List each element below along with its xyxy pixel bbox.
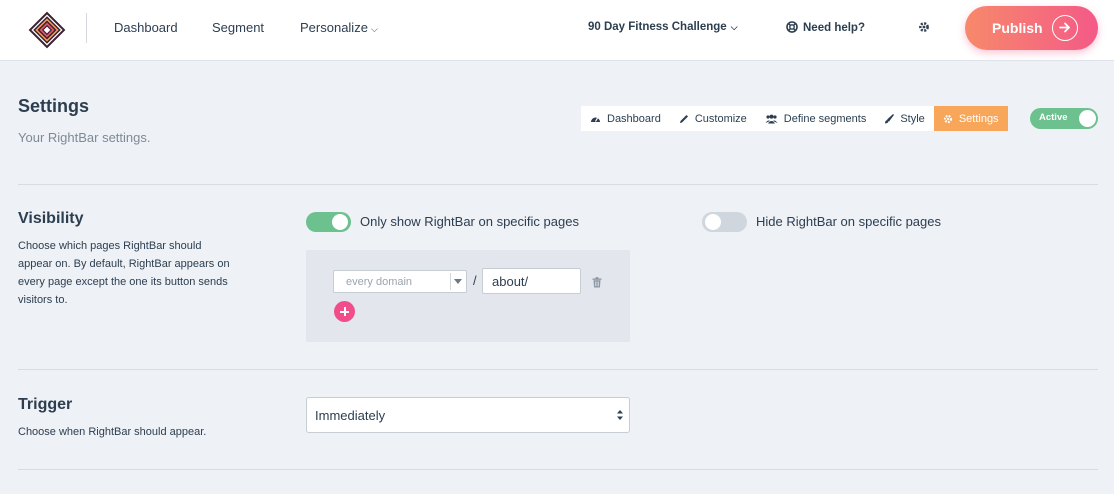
- tab-customize-label: Customize: [694, 112, 747, 125]
- domain-select-value: every domain: [346, 276, 413, 288]
- tab-define-segments-label: Define segments: [783, 112, 867, 125]
- active-status-label: Active: [1039, 112, 1068, 123]
- only-show-toggle[interactable]: [306, 212, 351, 232]
- users-icon: [765, 114, 778, 123]
- nav-segment-link[interactable]: Segment: [212, 20, 264, 35]
- tab-style-label: Style: [900, 112, 925, 125]
- section-divider: [18, 369, 1098, 370]
- hide-on-pages-label: Hide RightBar on specific pages: [756, 214, 941, 229]
- publish-button[interactable]: Publish: [965, 6, 1098, 50]
- section-tabs: Dashboard Customize Define segments Styl…: [581, 106, 1008, 131]
- page-rules-panel: [306, 250, 630, 342]
- nav-dashboard-link[interactable]: Dashboard: [114, 20, 178, 35]
- app-logo[interactable]: [28, 11, 66, 49]
- project-selector[interactable]: 90 Day Fitness Challenge ⌵: [588, 21, 738, 33]
- tab-settings[interactable]: Settings: [933, 106, 1008, 131]
- lifebuoy-icon: [786, 21, 798, 33]
- toggle-knob: [1079, 110, 1096, 127]
- visibility-title: Visibility: [18, 210, 84, 227]
- toggle-knob: [705, 214, 721, 230]
- nav-personalize-label: Personalize: [300, 20, 368, 35]
- nav-divider: [86, 13, 87, 43]
- tab-style[interactable]: Style: [875, 106, 933, 131]
- trigger-title: Trigger: [18, 396, 73, 413]
- active-status-toggle[interactable]: Active: [1030, 108, 1098, 129]
- publish-label: Publish: [992, 20, 1043, 36]
- trigger-select[interactable]: Immediately: [306, 397, 630, 433]
- tab-dashboard-label: Dashboard: [607, 112, 661, 125]
- trigger-description: Choose when RightBar should appear.: [18, 426, 207, 438]
- domain-select[interactable]: every domain: [333, 270, 467, 293]
- select-arrows-icon: [617, 410, 623, 420]
- path-separator: /: [473, 273, 477, 288]
- paintbrush-icon: [885, 113, 895, 123]
- nav-personalize-menu[interactable]: Personalize ⌵: [300, 20, 378, 35]
- chevron-down-icon: ⌵: [730, 22, 738, 32]
- tab-dashboard[interactable]: Dashboard: [581, 106, 670, 131]
- trigger-select-value: Immediately: [315, 408, 386, 423]
- settings-gear-icon[interactable]: [918, 20, 930, 38]
- arrow-right-icon: [1052, 15, 1078, 41]
- tab-settings-label: Settings: [958, 112, 999, 125]
- tab-customize[interactable]: Customize: [670, 106, 756, 131]
- help-label: Need help?: [803, 22, 865, 34]
- add-rule-button[interactable]: [334, 301, 355, 322]
- caret-down-icon: [454, 279, 462, 284]
- hide-on-pages-toggle[interactable]: [702, 212, 747, 232]
- path-input[interactable]: [482, 268, 581, 294]
- top-navbar: Dashboard Segment Personalize ⌵ 90 Day Fi…: [0, 0, 1114, 61]
- trash-icon[interactable]: [592, 275, 602, 293]
- gear-icon: [943, 114, 952, 123]
- page-title: Settings: [18, 96, 90, 116]
- help-link[interactable]: Need help?: [786, 21, 865, 34]
- section-divider: [18, 469, 1098, 470]
- visibility-description: Choose which pages RightBar should appea…: [18, 240, 230, 306]
- select-divider: [450, 273, 451, 290]
- only-show-label: Only show RightBar on specific pages: [360, 214, 579, 229]
- dashboard-gauge-icon: [591, 117, 600, 122]
- project-name: 90 Day Fitness Challenge: [588, 21, 727, 33]
- chevron-down-icon: ⌵: [370, 24, 378, 34]
- page-subtitle: Your RightBar settings.: [18, 130, 151, 145]
- section-divider: [18, 184, 1098, 185]
- tab-define-segments[interactable]: Define segments: [756, 106, 876, 131]
- toggle-knob: [332, 214, 348, 230]
- pencil-icon: [679, 114, 688, 123]
